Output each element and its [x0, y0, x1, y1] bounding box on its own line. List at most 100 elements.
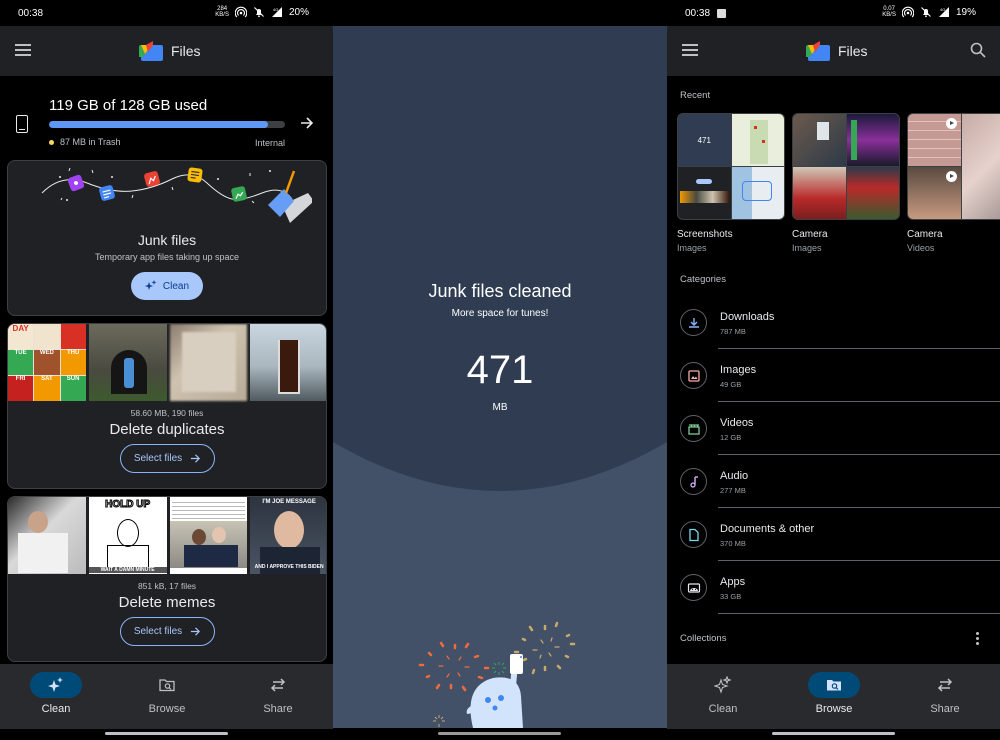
- storage-progress-bar: [49, 121, 285, 128]
- thumbnail-drink[interactable]: [250, 324, 326, 401]
- bottom-navigation: Clean Browse Share: [0, 664, 333, 729]
- image-icon: [687, 369, 700, 382]
- junk-subtitle: Temporary app files taking up space: [94, 252, 240, 262]
- play-icon: [945, 118, 957, 129]
- recent-list: 471 Screenshots Images Camera Images Cam…: [677, 113, 1000, 253]
- thumbnail-hold-up-meme[interactable]: HOLD UP WAIT A DAMN MINUTE: [88, 497, 167, 574]
- bottom-navigation: Clean Browse Share: [667, 664, 1000, 729]
- category-downloads[interactable]: Downloads 787 MB: [667, 296, 1000, 349]
- category-images[interactable]: Images 49 GB: [667, 349, 1000, 402]
- hotspot-icon: [901, 6, 914, 18]
- nav-clean[interactable]: Clean: [16, 672, 96, 722]
- nav-browse[interactable]: Browse: [794, 672, 874, 722]
- app-title: Files: [838, 43, 868, 59]
- play-icon: [945, 171, 957, 182]
- battery-level: 20%: [288, 6, 309, 18]
- svg-text:4G: 4G: [273, 7, 278, 12]
- arrow-right-icon[interactable]: [299, 115, 315, 131]
- trash-dot: [49, 139, 54, 145]
- select-duplicates-button[interactable]: Select files: [120, 444, 215, 473]
- junk-illustration: [41, 167, 312, 223]
- duplicates-meta: 58.60 MB, 190 files: [130, 408, 204, 418]
- home-indicator[interactable]: [438, 732, 561, 735]
- thumbnail-cave[interactable]: [88, 324, 167, 401]
- music-note-icon: [689, 475, 698, 488]
- cleaned-subtitle: More space for tunes!: [451, 308, 549, 319]
- search-icon[interactable]: [970, 42, 986, 58]
- gold-firework: [513, 621, 576, 675]
- duplicate-thumbnails: DAY TUE WED THU FRI SAT SUN: [8, 324, 326, 401]
- swap-arrows-icon: [937, 678, 953, 692]
- home-indicator[interactable]: [772, 732, 895, 735]
- cleaned-amount: 471: [466, 348, 534, 392]
- arrow-right-icon: [191, 454, 201, 463]
- gallery-notification-icon: [717, 9, 726, 18]
- select-memes-button[interactable]: Select files: [120, 617, 215, 646]
- hotspot-icon: [234, 6, 247, 18]
- sparkle-icon: [48, 677, 63, 692]
- memes-card: HOLD UP WAIT A DAMN MINUTE I'M JOE MESSA…: [7, 496, 327, 662]
- memes-title: Delete memes: [118, 594, 216, 611]
- category-documents[interactable]: Documents & other 370 MB: [667, 508, 1000, 561]
- sparkle-icon: [714, 676, 732, 694]
- recent-item-screenshots[interactable]: 471 Screenshots Images: [677, 113, 785, 253]
- sparkle-icon: [144, 280, 157, 290]
- category-audio[interactable]: Audio 277 MB: [667, 455, 1000, 508]
- junk-title: Junk files: [137, 232, 197, 248]
- bell-off-icon: [921, 7, 931, 18]
- status-bar: 00:38 284 KB/S 4G 20%: [0, 0, 333, 26]
- nav-browse[interactable]: Browse: [127, 672, 207, 722]
- storage-summary[interactable]: 119 GB of 128 GB used 87 MB in Trash Int…: [0, 90, 333, 152]
- home-indicator[interactable]: [105, 732, 228, 735]
- trash-info: 87 MB in Trash: [49, 137, 121, 147]
- recent-item-camera-videos[interactable]: Camera Videos: [907, 113, 1000, 253]
- category-apps[interactable]: Apps 33 GB: [667, 561, 1000, 614]
- swap-arrows-icon: [270, 678, 286, 692]
- nav-share[interactable]: Share: [238, 672, 318, 722]
- cleaned-unit: MB: [492, 402, 508, 413]
- green-firework: [492, 662, 506, 675]
- thumbnail-blurred-card[interactable]: [169, 324, 248, 401]
- files-logo-icon: [139, 41, 163, 61]
- status-time: 00:38: [685, 8, 711, 19]
- app-title: Files: [171, 43, 201, 59]
- thumbnail-burger-menu[interactable]: DAY TUE WED THU FRI SAT SUN: [8, 324, 86, 401]
- recent-thumbnail-grid: [907, 113, 1000, 220]
- clapperboard-icon: [687, 423, 700, 435]
- files-logo-icon: [806, 41, 830, 61]
- phone-icon: [16, 115, 28, 133]
- thumbnail-joe-message-meme[interactable]: I'M JOE MESSAGE AND I APPROVE THIS BIDEN: [250, 497, 326, 574]
- meme-thumbnails: HOLD UP WAIT A DAMN MINUTE I'M JOE MESSA…: [8, 497, 326, 574]
- folder-search-icon: [827, 680, 841, 691]
- nav-clean[interactable]: Clean: [683, 672, 763, 722]
- status-time: 00:38: [18, 8, 44, 19]
- recent-thumbnail-grid: 471: [677, 113, 785, 220]
- thumbnail-man-in-car[interactable]: [8, 497, 86, 574]
- clean-screen: 00:38 284 KB/S 4G 20% Files 119 GB of 128…: [0, 0, 333, 740]
- fireworks-mascot-illustration: [418, 621, 576, 728]
- app-bar: Files: [0, 26, 333, 76]
- more-options-icon[interactable]: [976, 632, 980, 646]
- battery-level: 19%: [955, 6, 976, 18]
- document-icon: [688, 528, 699, 541]
- duplicates-title: Delete duplicates: [109, 421, 225, 438]
- thumbnail-obama-biden-meme[interactable]: [169, 497, 248, 574]
- menu-button[interactable]: [15, 44, 31, 56]
- recent-thumbnail-grid: [792, 113, 900, 220]
- celebration-arc: [333, 26, 667, 491]
- red-firework: [418, 641, 490, 692]
- network-speed: 284 KB/S: [215, 6, 229, 18]
- clean-button[interactable]: Clean: [131, 272, 203, 300]
- recent-item-camera-images[interactable]: Camera Images: [792, 113, 900, 253]
- recent-label: Recent: [680, 90, 711, 101]
- menu-button[interactable]: [682, 44, 698, 56]
- nav-share[interactable]: Share: [905, 672, 985, 722]
- category-videos[interactable]: Videos 12 GB: [667, 402, 1000, 455]
- duplicates-card: DAY TUE WED THU FRI SAT SUN 58.60 MB, 19…: [7, 323, 327, 489]
- storage-location: Internal: [254, 138, 285, 148]
- signal-icon: 4G: [271, 7, 282, 17]
- app-bar: Files: [667, 26, 1000, 76]
- signal-icon: 4G: [938, 7, 949, 17]
- folder-search-icon: [159, 679, 175, 692]
- storage-progress-fill: [49, 121, 269, 128]
